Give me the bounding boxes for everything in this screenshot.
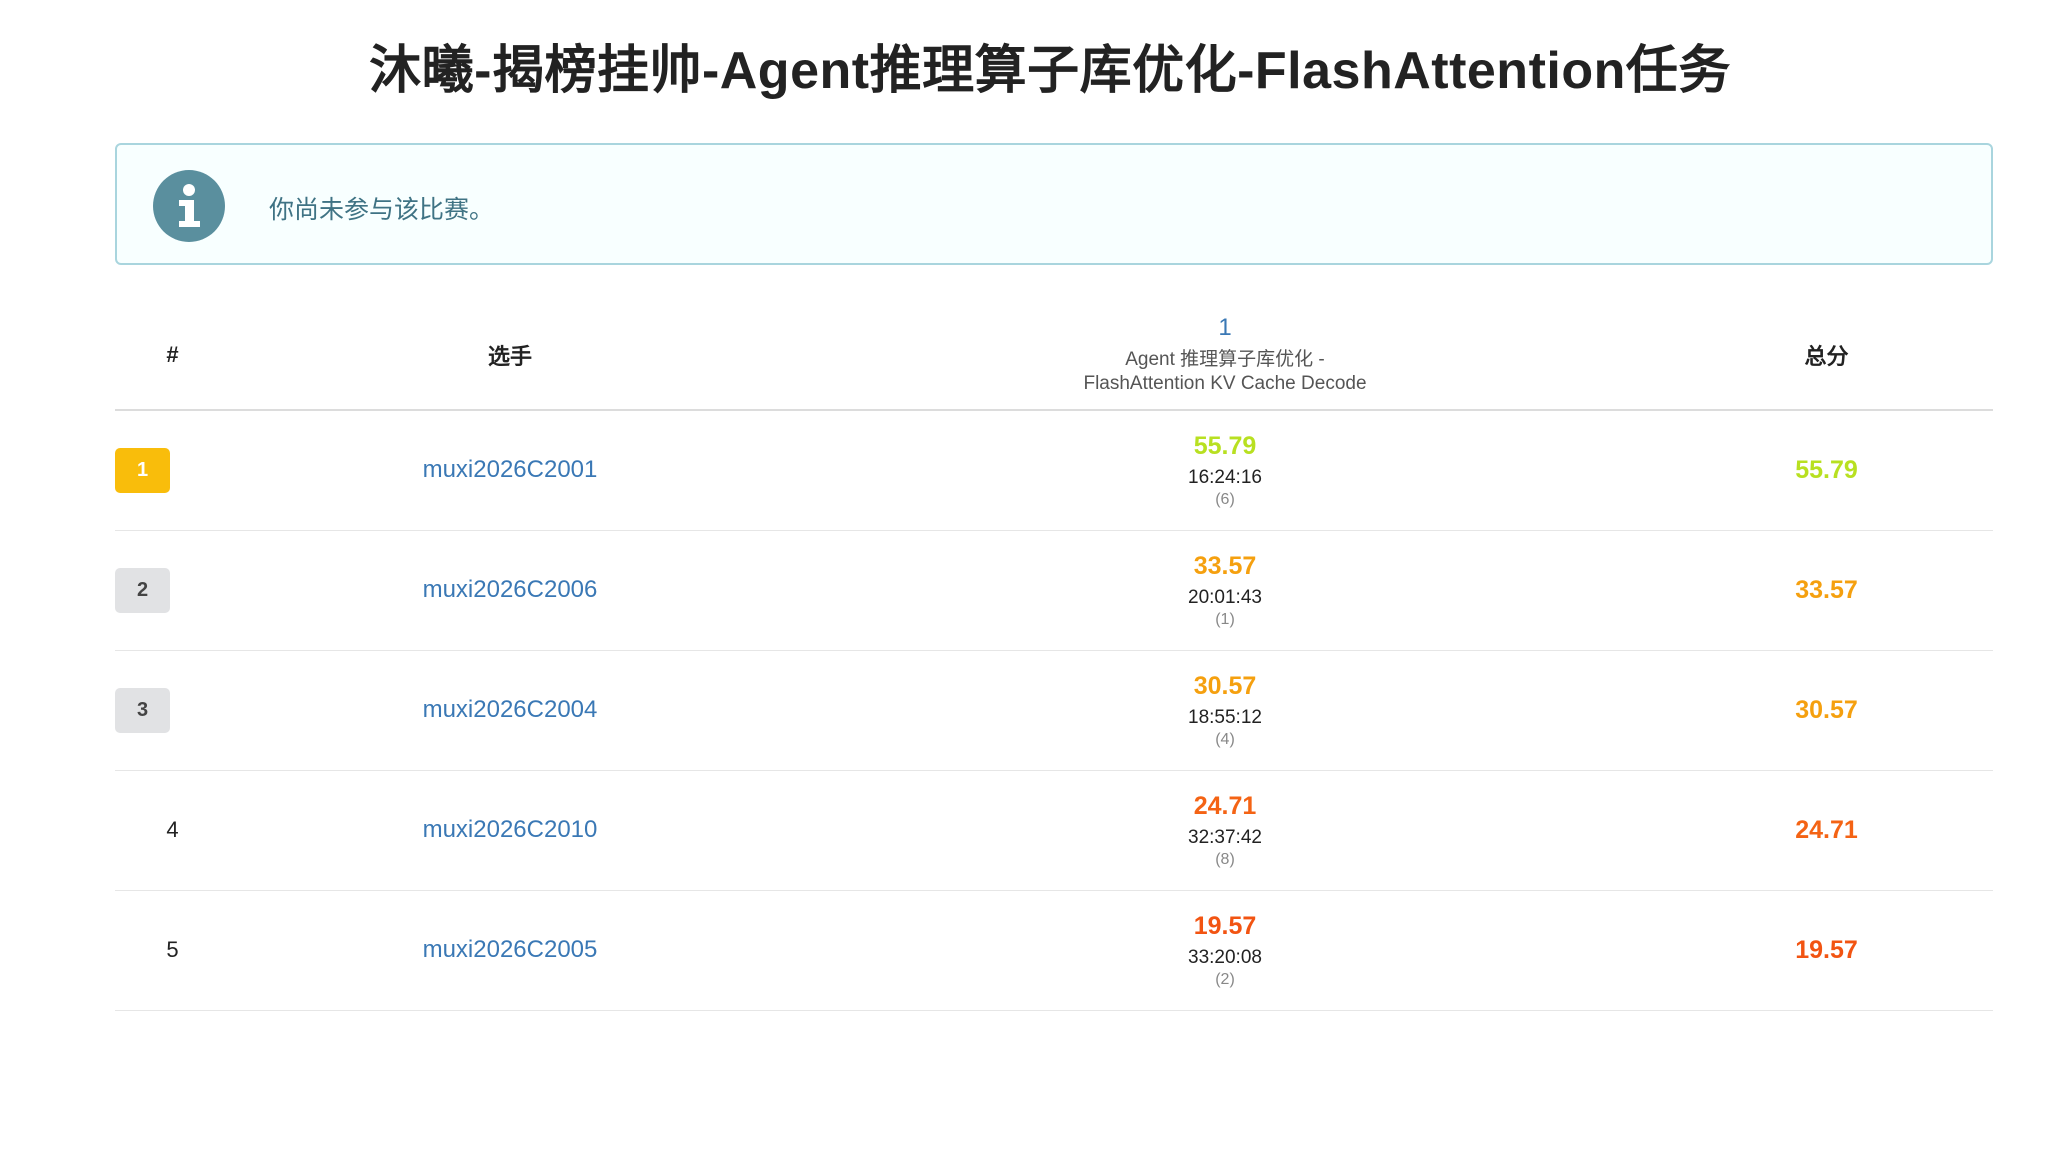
- header-rank: #: [115, 300, 230, 411]
- rank-cell: 3: [115, 650, 230, 771]
- table-row: 3 muxi2026C2004 30.57 18:55:12 (4) 30.57: [115, 650, 1993, 771]
- problem-score: 33.57: [1193, 551, 1257, 580]
- total-score-cell: 24.71: [1660, 770, 1993, 891]
- submission-count: (4): [1215, 730, 1235, 748]
- total-score: 19.57: [1795, 935, 1858, 964]
- scoreboard-table: # 选手 1 Agent 推理算子库优化 - FlashAttention KV…: [115, 300, 1993, 1011]
- player-cell: muxi2026C2004: [230, 650, 790, 771]
- problem-score: 19.57: [1193, 911, 1257, 940]
- rank-cell: 4: [115, 770, 230, 891]
- problem-score-cell[interactable]: 24.71 32:37:42 (8): [790, 770, 1660, 891]
- submission-time: 16:24:16: [1188, 466, 1262, 488]
- submission-count: (2): [1215, 970, 1235, 988]
- player-cell: muxi2026C2010: [230, 770, 790, 891]
- total-score: 33.57: [1795, 575, 1858, 604]
- total-score-cell: 55.79: [1660, 410, 1993, 531]
- header-player: 选手: [230, 300, 790, 411]
- problem-number[interactable]: 1: [790, 314, 1660, 342]
- rank-cell: 5: [115, 890, 230, 1011]
- problem-score: 55.79: [1193, 431, 1257, 460]
- total-score: 24.71: [1795, 815, 1858, 844]
- table-row: 2 muxi2026C2006 33.57 20:01:43 (1) 33.57: [115, 530, 1993, 651]
- total-score-cell: 30.57: [1660, 650, 1993, 771]
- submission-time: 20:01:43: [1188, 586, 1262, 608]
- player-cell: muxi2026C2005: [230, 890, 790, 1011]
- rank-badge: 3: [115, 687, 170, 733]
- player-link[interactable]: muxi2026C2006: [423, 576, 598, 603]
- problem-title-line1: Agent 推理算子库优化 -: [1125, 348, 1325, 370]
- header-total: 总分: [1660, 300, 1993, 411]
- table-header-row: # 选手 1 Agent 推理算子库优化 - FlashAttention KV…: [115, 300, 1993, 411]
- problem-score-cell[interactable]: 30.57 18:55:12 (4): [790, 650, 1660, 771]
- problem-score: 30.57: [1193, 671, 1257, 700]
- rank-badge: 1: [115, 447, 170, 493]
- player-cell: muxi2026C2001: [230, 410, 790, 531]
- rank-badge: 2: [115, 567, 170, 613]
- submission-time: 33:20:08: [1188, 946, 1262, 968]
- player-link[interactable]: muxi2026C2001: [423, 456, 598, 483]
- total-score-cell: 19.57: [1660, 890, 1993, 1011]
- header-problem-1[interactable]: 1 Agent 推理算子库优化 - FlashAttention KV Cach…: [790, 300, 1660, 411]
- problem-score-cell[interactable]: 19.57 33:20:08 (2): [790, 890, 1660, 1011]
- table-row: 1 muxi2026C2001 55.79 16:24:16 (6) 55.79: [115, 410, 1993, 531]
- player-cell: muxi2026C2006: [230, 530, 790, 651]
- table-row: 5 muxi2026C2005 19.57 33:20:08 (2) 19.57: [115, 890, 1993, 1011]
- alert-banner: 你尚未参与该比赛。: [115, 143, 1993, 265]
- player-link[interactable]: muxi2026C2004: [423, 696, 598, 723]
- rank-number: 4: [166, 817, 179, 842]
- total-score: 55.79: [1795, 455, 1858, 484]
- problem-score-cell[interactable]: 55.79 16:24:16 (6): [790, 410, 1660, 531]
- submission-count: (1): [1215, 610, 1235, 628]
- rank-cell: 1: [115, 410, 230, 531]
- info-icon: [153, 170, 225, 242]
- player-link[interactable]: muxi2026C2010: [423, 816, 598, 843]
- problem-score: 24.71: [1193, 791, 1257, 820]
- page-title: 沐曦-揭榜挂帅-Agent推理算子库优化-FlashAttention任务: [369, 42, 1731, 100]
- problem-title-line2: FlashAttention KV Cache Decode: [1083, 372, 1367, 394]
- rank-number: 5: [166, 937, 179, 962]
- alert-message: 你尚未参与该比赛。: [269, 196, 495, 224]
- submission-time: 18:55:12: [1188, 706, 1262, 728]
- problem-score-cell[interactable]: 33.57 20:01:43 (1): [790, 530, 1660, 651]
- rank-cell: 2: [115, 530, 230, 651]
- total-score: 30.57: [1795, 695, 1858, 724]
- submission-time: 32:37:42: [1188, 826, 1262, 848]
- total-score-cell: 33.57: [1660, 530, 1993, 651]
- submission-count: (6): [1215, 490, 1235, 508]
- submission-count: (8): [1215, 850, 1235, 868]
- player-link[interactable]: muxi2026C2005: [423, 936, 598, 963]
- table-row: 4 muxi2026C2010 24.71 32:37:42 (8) 24.71: [115, 770, 1993, 891]
